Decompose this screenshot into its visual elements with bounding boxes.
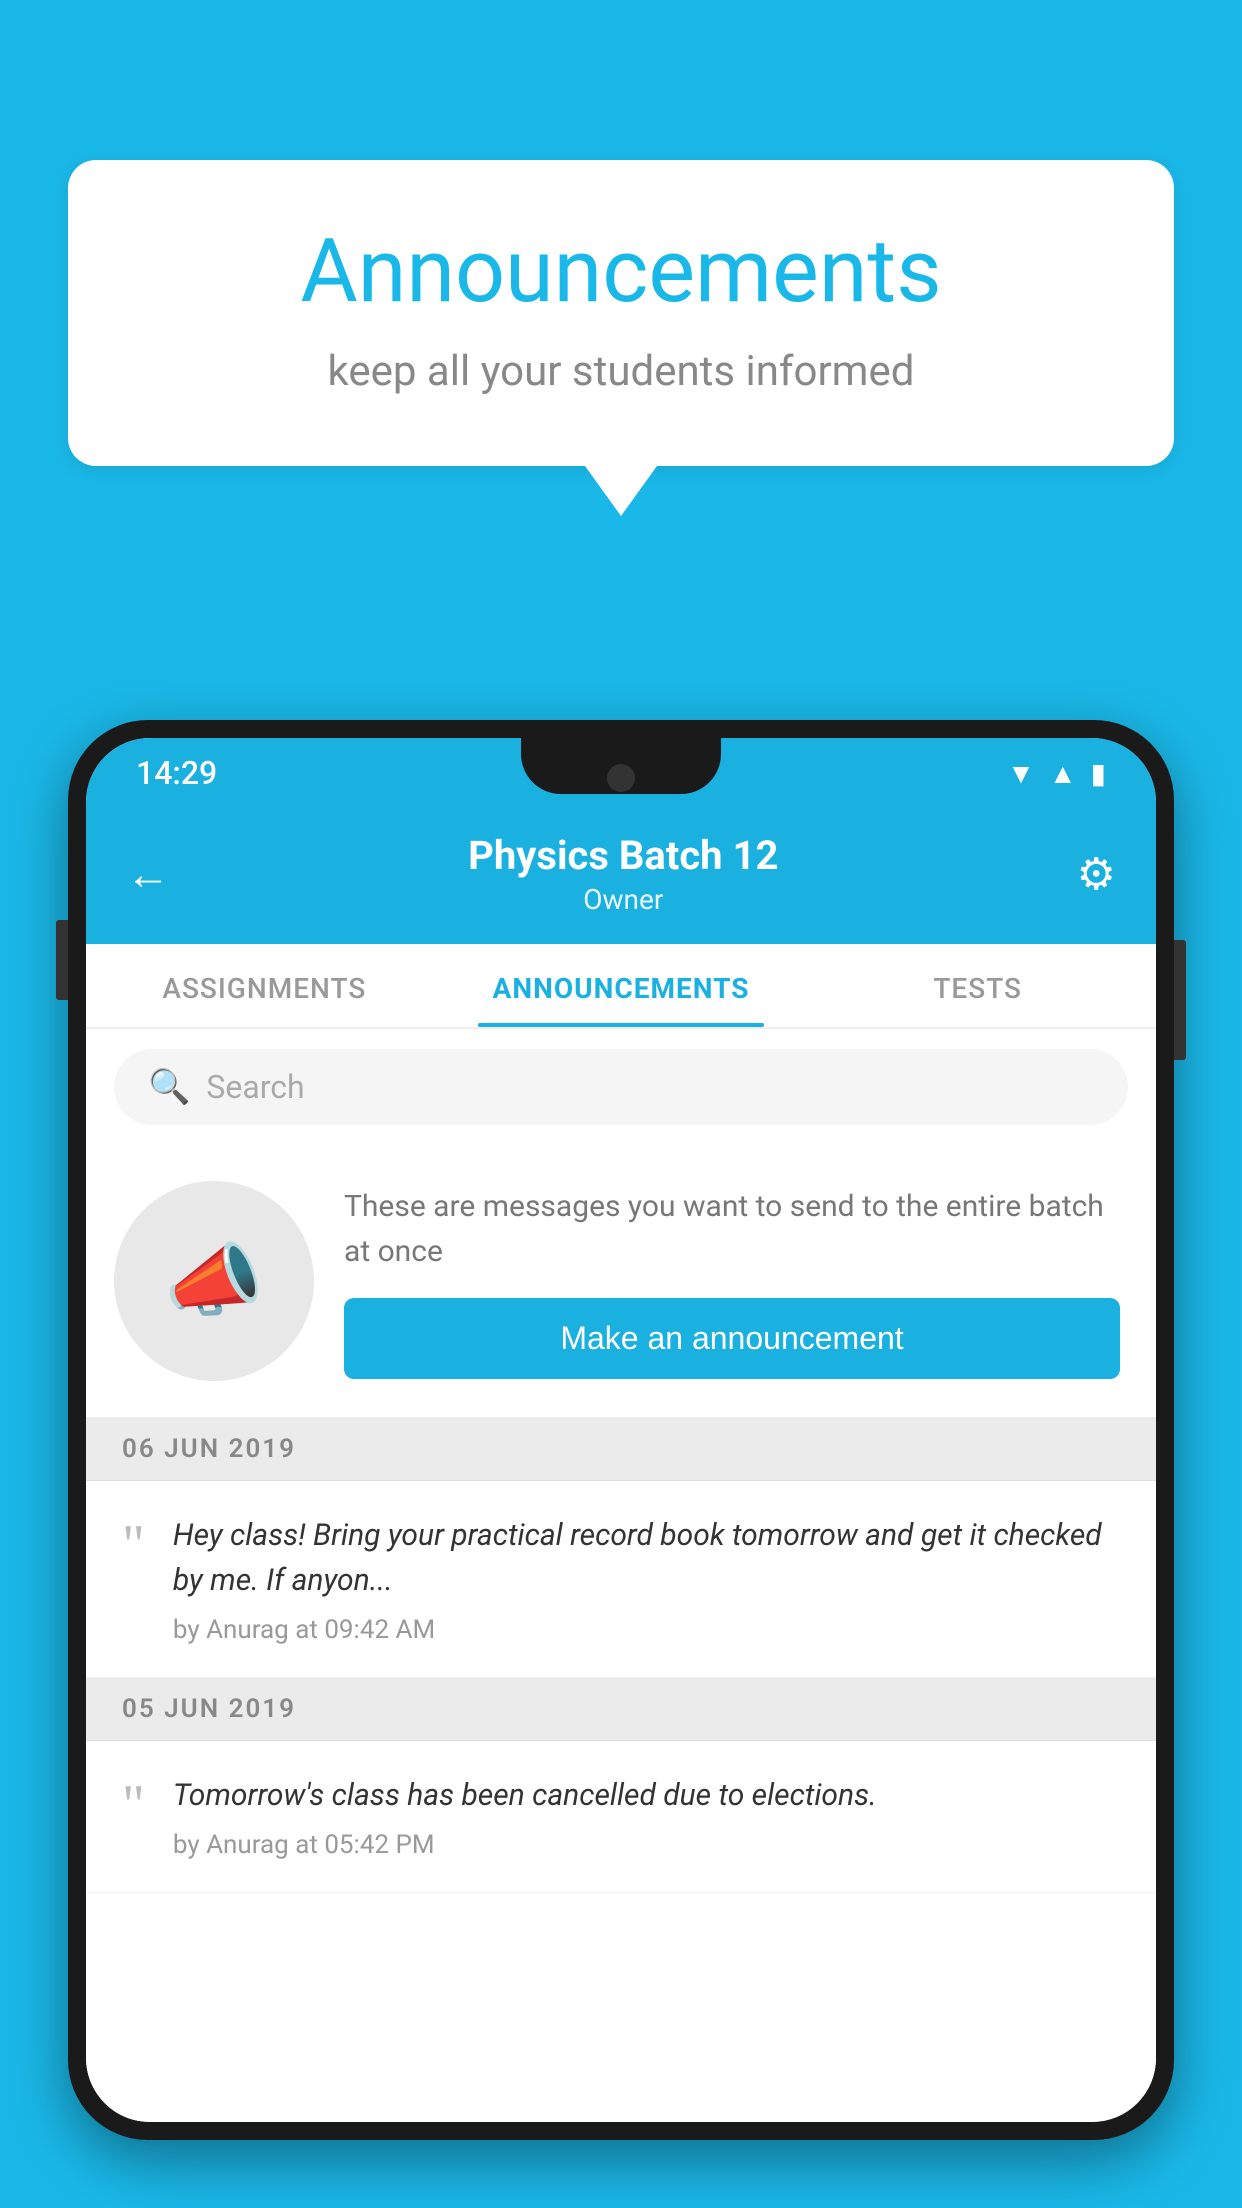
signal-icon: ▲: [1049, 757, 1077, 790]
date-separator-2: 05 JUN 2019: [86, 1678, 1156, 1741]
speech-bubble: Announcements keep all your students inf…: [68, 160, 1174, 466]
search-icon: 🔍: [148, 1067, 190, 1107]
announcement-text-2: Tomorrow's class has been cancelled due …: [173, 1773, 1120, 1818]
quote-icon-2: ": [122, 1777, 145, 1833]
battery-icon: ▮: [1091, 757, 1106, 790]
search-placeholder: Search: [206, 1068, 304, 1106]
promo-section: 📣 These are messages you want to send to…: [86, 1145, 1156, 1418]
phone-camera: [607, 764, 635, 792]
quote-icon-1: ": [122, 1517, 145, 1573]
promo-description: These are messages you want to send to t…: [344, 1184, 1120, 1274]
announcement-meta-2: by Anurag at 05:42 PM: [173, 1830, 1120, 1860]
tab-announcements[interactable]: ANNOUNCEMENTS: [443, 944, 800, 1027]
bubble-subtitle: keep all your students informed: [148, 347, 1094, 396]
phone-outer: 14:29 ▼ ▲ ▮ ← Physics Batch 12 Owner ⚙: [68, 720, 1174, 2140]
phone-side-button-right: [1174, 940, 1186, 1060]
phone-notch: [521, 738, 721, 794]
tab-assignments[interactable]: ASSIGNMENTS: [86, 944, 443, 1027]
announcement-item-2: " Tomorrow's class has been cancelled du…: [86, 1741, 1156, 1893]
tabs-bar: ASSIGNMENTS ANNOUNCEMENTS TESTS: [86, 944, 1156, 1029]
batch-title: Physics Batch 12: [468, 832, 778, 879]
app-header: ← Physics Batch 12 Owner ⚙: [86, 808, 1156, 944]
status-icons: ▼ ▲ ▮: [1007, 757, 1106, 790]
bubble-title: Announcements: [148, 220, 1094, 323]
back-button[interactable]: ←: [126, 848, 170, 900]
tab-tests[interactable]: TESTS: [799, 944, 1156, 1027]
make-announcement-button[interactable]: Make an announcement: [344, 1298, 1120, 1379]
promo-content: These are messages you want to send to t…: [344, 1184, 1120, 1379]
header-title-group: Physics Batch 12 Owner: [468, 832, 778, 916]
phone-mockup: 14:29 ▼ ▲ ▮ ← Physics Batch 12 Owner ⚙: [68, 720, 1174, 2208]
wifi-icon: ▼: [1007, 757, 1035, 790]
search-bar[interactable]: 🔍 Search: [114, 1049, 1128, 1125]
megaphone-icon: 📣: [164, 1234, 264, 1328]
speech-bubble-arrow: [585, 466, 657, 516]
phone-screen: 14:29 ▼ ▲ ▮ ← Physics Batch 12 Owner ⚙: [86, 738, 1156, 2122]
batch-subtitle: Owner: [468, 883, 778, 916]
announcement-content-1: Hey class! Bring your practical record b…: [173, 1513, 1120, 1645]
promo-icon-circle: 📣: [114, 1181, 314, 1381]
content-area: 🔍 Search 📣 These are messages you want t…: [86, 1029, 1156, 2122]
announcement-content-2: Tomorrow's class has been cancelled due …: [173, 1773, 1120, 1860]
phone-side-button-left: [56, 920, 68, 1000]
settings-icon[interactable]: ⚙: [1077, 848, 1116, 900]
speech-bubble-section: Announcements keep all your students inf…: [68, 160, 1174, 516]
date-separator-1: 06 JUN 2019: [86, 1418, 1156, 1481]
search-container: 🔍 Search: [86, 1029, 1156, 1145]
announcement-item-1: " Hey class! Bring your practical record…: [86, 1481, 1156, 1678]
status-time: 14:29: [136, 754, 217, 792]
announcement-text-1: Hey class! Bring your practical record b…: [173, 1513, 1120, 1603]
announcement-meta-1: by Anurag at 09:42 AM: [173, 1615, 1120, 1645]
